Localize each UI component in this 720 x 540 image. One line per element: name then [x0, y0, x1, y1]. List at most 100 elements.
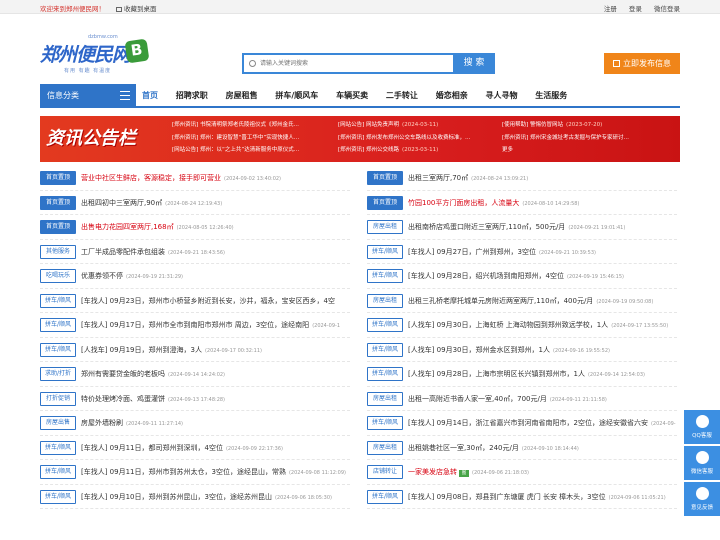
nav-jobs[interactable]: 招聘求职 [176, 84, 208, 108]
listing-row[interactable]: 首页置顶 出租四初中三室两厅,90㎡ (2024-08-24 12:19:43) [40, 191, 350, 215]
listing-row[interactable]: 拼车/顺风 [车找人] 09月14日，浙江省嘉兴市到河南省南阳市，2空位，途经安徽… [367, 411, 677, 436]
category-tag[interactable]: 拼车/顺风 [40, 489, 76, 504]
listing-row[interactable]: 首页置顶 出租三室两厅,70㎡ (2024-08-24 13:09:21) [367, 166, 677, 191]
listing-row[interactable]: 拼车/顺风 [车找人] 09月28日，绍兴机场到南阳郑州，4空位 (2024-09-… [367, 264, 677, 289]
listing-row[interactable]: 拼车/顺风 [人找车] 09月30日，郑州金水区到郑州，1人 (2024-09-16… [367, 338, 677, 362]
notice-item[interactable]: 更多 [502, 144, 678, 157]
listing-title[interactable]: 出售电力花园四室两厅,168㎡ (2024-08-05 12:26:40) [81, 220, 234, 235]
category-tag[interactable]: 拼车/顺风 [367, 416, 403, 430]
notice-item[interactable]: [使用帮助] 警惕仿冒网站 (2023-07-20) [502, 119, 678, 132]
listing-title[interactable]: [人找车] 09月28日，上海市宗明区长兴镇到郑州市，1人 (2024-09-14… [408, 367, 645, 382]
listing-title[interactable]: 竹园100平方门面房出租，人流量大 (2024-08-10 14:29:58) [408, 196, 579, 211]
category-tag[interactable]: 打折促销 [40, 391, 76, 406]
category-tag[interactable]: 拼车/顺风 [40, 465, 76, 479]
listing-row[interactable]: 吃喝玩乐 优惠券领不停 (2024-09-19 21:31:29) [40, 264, 350, 289]
category-tag[interactable]: 拼车/顺风 [367, 342, 403, 357]
category-tag[interactable]: 首页置顶 [367, 171, 403, 185]
listing-row[interactable]: 店铺转让 一家美发店急转图 (2024-09-06 21:18:03) [367, 460, 677, 485]
listing-row[interactable]: 房屋出租 出租姚巷社区一室,30㎡，240元/月 (2024-09-10 18:14… [367, 436, 677, 460]
listing-row[interactable]: 拼车/顺风 [车找人] 09月27日，广州到郑州，3空位 (2024-09-21 1… [367, 240, 677, 264]
category-tag[interactable]: 拼车/顺风 [40, 342, 76, 357]
nav-home[interactable]: 首页 [142, 84, 158, 108]
listing-row[interactable]: 拼车/顺风 [车找人] 09月17日，郑州市全市到南阳市郑州市 周边，3空位，途经… [40, 313, 350, 338]
listing-row[interactable]: 打折促销 特价处理烤冷面、鸡蛋灌饼 (2024-09-13 17:48:28) [40, 387, 350, 411]
listing-row[interactable]: 拼车/顺风 [人找车] 09月28日，上海市宗明区长兴镇到郑州市，1人 (2024-… [367, 362, 677, 387]
category-tag[interactable]: 拼车/顺风 [367, 318, 403, 332]
register-link[interactable]: 注册 [604, 5, 617, 13]
listing-title[interactable]: [人找车] 09月30日，郑州金水区到郑州，1人 (2024-09-16 19:5… [408, 343, 610, 358]
listing-title[interactable]: 出租三室两厅,70㎡ (2024-08-24 13:09:21) [408, 171, 528, 186]
category-menu[interactable]: 信息分类 [40, 84, 136, 108]
nav-services[interactable]: 生活服务 [535, 84, 567, 108]
category-tag[interactable]: 吃喝玩乐 [40, 269, 76, 283]
favorite-link[interactable]: 收藏到桌面 [116, 3, 157, 13]
qq-service-button[interactable]: QQ客服 [684, 410, 720, 444]
listing-title[interactable]: [人找车] 09月30日，上海虹桥 上海动物园到郑州致远学校，1人 (2024-0… [408, 318, 668, 333]
listing-row[interactable]: 首页置顶 竹园100平方门面房出租，人流量大 (2024-08-10 14:29:5… [367, 191, 677, 215]
listing-row[interactable]: 拼车/顺风 [车找人] 09月11日，郑州市到苏州太仓，3空位，途经昆山，常熟 (2… [40, 460, 350, 485]
listing-row[interactable]: 拼车/顺风 [车找人] 09月11日，都司郑州到深圳，4空位 (2024-09-09… [40, 436, 350, 460]
listing-row[interactable]: 拼车/顺风 [人找车] 09月30日，上海虹桥 上海动物园到郑州致远学校，1人 (2… [367, 313, 677, 338]
nav-lost-found[interactable]: 寻人寻物 [486, 84, 518, 108]
category-tag[interactable]: 拼车/顺风 [40, 293, 76, 308]
listing-row[interactable]: 房屋出售 房屋外墙粉刷 (2024-09-11 11:27:14) [40, 411, 350, 436]
listing-title[interactable]: 出租三孔桥老摩托城单元房附近两室两厅,110㎡，400元/月 (2024-09-1… [408, 294, 653, 309]
listing-row[interactable]: 房屋出租 出租三孔桥老摩托城单元房附近两室两厅,110㎡，400元/月 (2024-… [367, 289, 677, 313]
category-tag[interactable]: 首页置顶 [40, 220, 76, 234]
category-tag[interactable]: 店铺转让 [367, 465, 403, 479]
notice-item[interactable]: [郑州资讯] 书院清明祭郑老氏陵祖仪式《郑州金氏… [172, 119, 327, 132]
listing-title[interactable]: [车找人] 09月11日，郑州市到苏州太仓，3空位，途经昆山，常熟 (2024-0… [81, 465, 346, 480]
category-tag[interactable]: 拼车/顺风 [367, 489, 403, 504]
notice-item[interactable]: [郑州资讯] 郑州：建设智慧“晋工华中”实现快捷人… [172, 132, 327, 145]
category-tag[interactable]: 求助/打折 [40, 367, 76, 381]
listing-title[interactable]: [车找人] 09月11日，都司郑州到深圳，4空位 (2024-09-09 22:1… [81, 441, 283, 456]
listing-row[interactable]: 拼车/顺风 [车找人] 09月23日，郑州市小桥营乡附近到长安，沙井，福永，宝安区… [40, 289, 350, 313]
category-tag[interactable]: 拼车/顺风 [367, 269, 403, 283]
category-tag[interactable]: 首页置顶 [40, 195, 76, 210]
feedback-button[interactable]: 意见反馈 [684, 482, 720, 516]
nav-housing[interactable]: 房屋租售 [226, 84, 258, 108]
listing-row[interactable]: 拼车/顺风 [车找人] 09月10日，郑州到苏州昆山，3空位，途经苏州昆山 (202… [40, 485, 350, 509]
notice-item[interactable]: [郑州资讯] 郑州发布郑州公交车路线以及收费标准，… [338, 132, 498, 145]
nav-dating[interactable]: 婚恋相亲 [436, 84, 468, 108]
category-tag[interactable]: 拼车/顺风 [40, 440, 76, 455]
listing-title[interactable]: [人找车] 09月19日，郑州到澄海，3人 (2024-09-17 00:32:1… [81, 343, 262, 358]
category-tag[interactable]: 其他服务 [40, 244, 76, 259]
notice-item[interactable]: [郑州资讯] 郑州宋金城址考古发掘与保护专家研讨… [502, 132, 678, 145]
category-tag[interactable]: 首页置顶 [40, 171, 76, 185]
category-tag[interactable]: 房屋出租 [367, 293, 403, 308]
notice-item[interactable]: [网站公告] 郑州：以“之上共”达清新服务中原仪式… [172, 144, 327, 157]
listing-title[interactable]: 郑州有需要贷金皈的老板吗 (2024-09-14 14:24:02) [81, 367, 225, 382]
nav-secondhand[interactable]: 二手转让 [386, 84, 418, 108]
listing-title[interactable]: [车找人] 09月14日，浙江省嘉兴市到河南省南阳市，2空位，途经安徽省六安 (2… [408, 416, 676, 431]
nav-vehicles[interactable]: 车辆买卖 [336, 84, 368, 108]
listing-row[interactable]: 求助/打折 郑州有需要贷金皈的老板吗 (2024-09-14 14:24:02) [40, 362, 350, 387]
category-tag[interactable]: 拼车/顺风 [367, 367, 403, 381]
nav-carpool[interactable]: 拼车/顺风车 [275, 84, 318, 108]
search-input[interactable] [260, 57, 450, 70]
category-tag[interactable]: 拼车/顺风 [40, 318, 76, 332]
listing-title[interactable]: 出租姚巷社区一室,30㎡，240元/月 (2024-09-10 18:14:44) [408, 441, 579, 456]
listing-row[interactable]: 拼车/顺风 [车找人] 09月08日，郑县到广东塘厦 虎门 长安 樟木头，3空位(… [367, 485, 677, 509]
login-link[interactable]: 登录 [629, 5, 642, 13]
listing-title[interactable]: [车找人] 09月17日，郑州市全市到南阳市郑州市 周边，3空位，途经南阳 (20… [81, 318, 340, 333]
category-tag[interactable]: 房屋出售 [40, 416, 76, 430]
listing-title[interactable]: 出租四初中三室两厅,90㎡ (2024-08-24 12:19:43) [81, 196, 222, 211]
listing-row[interactable]: 首页置顶 出售电力花园四室两厅,168㎡ (2024-08-05 12:26:40) [40, 215, 350, 240]
listing-title[interactable]: 营业中社区生鲜店，客源稳定，接手即可营业 (2024-09-02 13:40:02… [81, 171, 281, 186]
category-tag[interactable]: 房屋出租 [367, 220, 403, 234]
notice-item[interactable]: [郑州资讯] 郑州公交线路 (2023-03-11) [338, 144, 498, 157]
notice-item[interactable]: [网站公告] 网站免责声明 (2024-03-11) [338, 119, 498, 132]
listing-title[interactable]: 优惠券领不停 (2024-09-19 21:31:29) [81, 269, 183, 284]
site-logo[interactable]: dzbmw.com 郑州便民网 B 有用 有趣 有温度 [40, 34, 152, 76]
listing-title[interactable]: 特价处理烤冷面、鸡蛋灌饼 (2024-09-13 17:48:28) [81, 392, 225, 407]
wechat-service-button[interactable]: 微信客服 [684, 446, 720, 480]
listing-row[interactable]: 其他服务 工厂半成品零配件承包组装 (2024-09-21 18:43:56) [40, 240, 350, 264]
listing-title[interactable]: 出租一高附近书香人家一室,40㎡，700元/月 (2024-09-11 21:11… [408, 392, 607, 407]
listing-title[interactable]: [车找人] 09月23日，郑州市小桥营乡附近到长安，沙井，福永，宝安区西乡，4空 [81, 294, 335, 308]
category-tag[interactable]: 房屋出租 [367, 440, 403, 455]
listing-row[interactable]: 房屋出租 出租一高附近书香人家一室,40㎡，700元/月 (2024-09-11 2… [367, 387, 677, 411]
listing-title[interactable]: 出租南桥店鸡蛋口附近三室两厅,110㎡，500元/月 (2024-09-21 19… [408, 220, 625, 235]
category-tag[interactable]: 首页置顶 [367, 195, 403, 210]
search-button[interactable]: 搜 索 [453, 53, 495, 74]
